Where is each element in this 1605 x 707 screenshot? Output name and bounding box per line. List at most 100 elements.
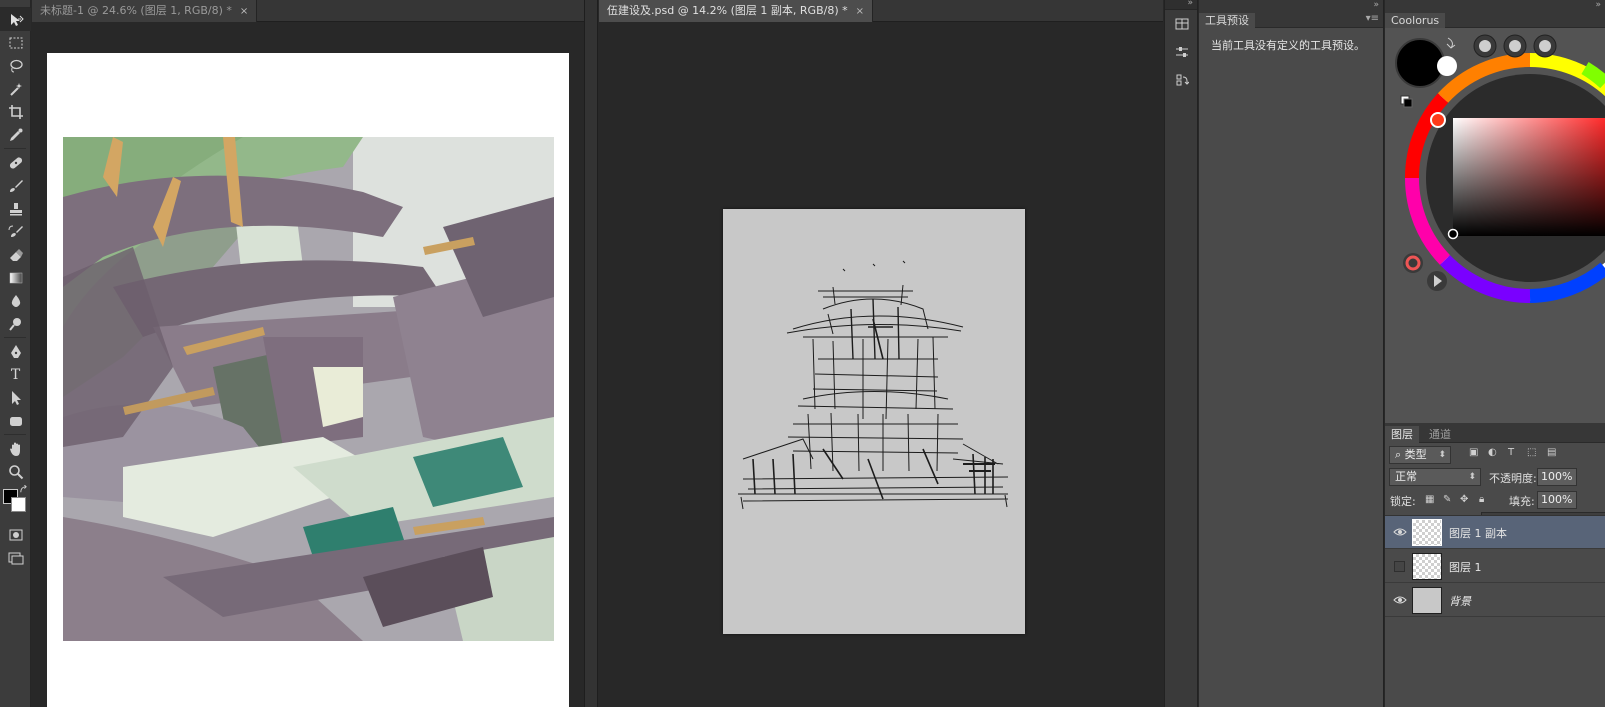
lock-pixels-icon[interactable]: ✎	[1443, 494, 1451, 505]
quick-mask-button[interactable]	[0, 523, 31, 546]
opacity-input[interactable]: 100%	[1537, 468, 1577, 486]
hand-tool[interactable]	[0, 437, 31, 460]
canvas-area[interactable]	[32, 22, 584, 707]
lock-position-icon[interactable]: ✥	[1460, 494, 1468, 505]
layer-row[interactable]: 背景	[1385, 584, 1605, 617]
rounded-rect-icon	[9, 416, 22, 426]
screen-mode-button[interactable]	[0, 546, 31, 569]
filter-smart-object-icon[interactable]: ▤	[1547, 447, 1556, 458]
document-divider[interactable]	[584, 0, 598, 707]
panel-menu-icon[interactable]: ▾≡	[1366, 13, 1379, 24]
blend-mode-select[interactable]: 正常 ⬍	[1389, 468, 1481, 486]
healing-tool[interactable]	[0, 151, 31, 174]
canvas-area[interactable]	[599, 22, 1163, 707]
toolbar-grip[interactable]	[0, 0, 30, 8]
history-brush-tool[interactable]	[0, 220, 31, 243]
dodge-icon	[8, 317, 21, 331]
shape-tool[interactable]	[0, 409, 31, 432]
type-icon: T	[10, 366, 21, 383]
filter-type-icon[interactable]: T	[1508, 447, 1514, 458]
tab-channels[interactable]: 通道	[1423, 426, 1457, 443]
dodge-tool[interactable]	[0, 312, 31, 335]
close-icon[interactable]: ×	[240, 6, 248, 17]
eyedropper-icon	[9, 128, 22, 141]
blur-tool[interactable]	[0, 289, 31, 312]
pen-tool[interactable]	[0, 340, 31, 363]
dock-brush-settings-button[interactable]	[1165, 38, 1199, 66]
dock-history-button[interactable]	[1165, 66, 1199, 94]
layer-filter-select[interactable]: ⌕ 类型 ⬍	[1389, 446, 1451, 464]
brush-icon	[9, 179, 23, 192]
search-icon: ⌕	[1395, 448, 1405, 461]
layer-name[interactable]: 图层 1 副本	[1449, 525, 1507, 541]
brush-tool[interactable]	[0, 174, 31, 197]
lasso-tool[interactable]	[0, 54, 31, 77]
sliders-icon	[1176, 47, 1188, 57]
fill-input[interactable]: 100%	[1537, 491, 1577, 509]
painting-artwork	[63, 137, 554, 641]
document-tab-active[interactable]: 伍建设及.psd @ 14.2% (图层 1 副本, RGB/8) * ×	[599, 0, 873, 22]
layer-row[interactable]: 图层 1 副本	[1385, 516, 1605, 549]
layer-thumbnail	[1412, 519, 1442, 546]
rect-marquee-icon	[9, 37, 22, 48]
document-canvas[interactable]	[47, 53, 569, 707]
eye-icon[interactable]	[1393, 525, 1407, 539]
lock-all-icon[interactable]: 🔒︎	[1479, 494, 1484, 505]
background-color-swatch[interactable]	[11, 497, 26, 512]
lock-label: 锁定:	[1390, 495, 1416, 508]
eraser-tool[interactable]	[0, 243, 31, 266]
document-canvas[interactable]	[723, 209, 1025, 634]
filter-pixel-icon[interactable]: ▣	[1469, 447, 1478, 458]
dock-collapse-bar[interactable]: »	[1165, 0, 1197, 10]
magnifier-icon	[8, 464, 23, 479]
fill-label: 填充:	[1509, 495, 1535, 508]
sketch-artwork	[738, 260, 1009, 510]
tab-tool-presets[interactable]: 工具预设	[1199, 13, 1255, 28]
dock-tool-presets-button[interactable]	[1165, 10, 1199, 38]
type-tool[interactable]: T	[0, 363, 31, 386]
layer-name[interactable]: 背景	[1449, 593, 1471, 609]
visibility-toggle-off[interactable]	[1394, 561, 1405, 572]
pen-icon	[10, 344, 21, 358]
photoshop-window: T 未标题-1 @ 24.6% (图层 1, RGB/8) * × 伍建设及.p…	[0, 0, 1605, 707]
magic-wand-tool[interactable]	[0, 77, 31, 100]
document-tab[interactable]: 未标题-1 @ 24.6% (图层 1, RGB/8) * ×	[32, 0, 258, 22]
lock-transparent-icon[interactable]: ▦	[1425, 494, 1434, 505]
move-tool[interactable]	[0, 8, 31, 31]
magic-wand-icon	[9, 82, 22, 96]
path-select-tool[interactable]	[0, 386, 31, 409]
layer-row[interactable]: 图层 1	[1385, 550, 1605, 583]
eye-icon[interactable]	[1393, 593, 1407, 607]
toolbar-separator	[4, 148, 26, 149]
bandage-icon	[9, 156, 22, 169]
stamp-tool[interactable]	[0, 197, 31, 220]
toolbar-separator	[4, 434, 26, 435]
zoom-tool[interactable]	[0, 460, 31, 483]
close-icon[interactable]: ×	[856, 6, 864, 17]
path-select-icon	[11, 390, 21, 405]
marquee-tool[interactable]	[0, 31, 31, 54]
tools-panel: T	[0, 0, 31, 707]
double-chevron-icon[interactable]: »	[1187, 0, 1193, 8]
layer-filter-value: 类型	[1404, 448, 1427, 461]
coolorus-panel: » Coolorus	[1385, 0, 1605, 423]
double-chevron-icon[interactable]: »	[1595, 0, 1601, 10]
swap-colors-icon[interactable]	[19, 485, 28, 494]
eyedropper-tool[interactable]	[0, 123, 31, 146]
tool-presets-message: 当前工具没有定义的工具预设。	[1211, 39, 1365, 52]
layer-thumbnail	[1412, 553, 1442, 580]
move-arrow-icon	[10, 13, 24, 26]
gradient-icon	[9, 272, 22, 283]
filter-adjustment-icon[interactable]: ◐	[1488, 447, 1497, 458]
layer-name[interactable]: 图层 1	[1449, 559, 1482, 575]
tab-coolorus[interactable]: Coolorus	[1385, 13, 1446, 28]
tab-layers[interactable]: 图层	[1385, 426, 1419, 443]
history-icon	[1176, 74, 1189, 86]
document-tab-title: 伍建设及.psd @ 14.2% (图层 1 副本, RGB/8) *	[607, 4, 848, 17]
color-wheel[interactable]	[1385, 28, 1605, 423]
gradient-tool[interactable]	[0, 266, 31, 289]
double-chevron-icon[interactable]: »	[1373, 0, 1379, 10]
screen-mode-icon	[8, 552, 23, 564]
crop-tool[interactable]	[0, 100, 31, 123]
filter-shape-icon[interactable]: ⬚	[1527, 447, 1536, 458]
